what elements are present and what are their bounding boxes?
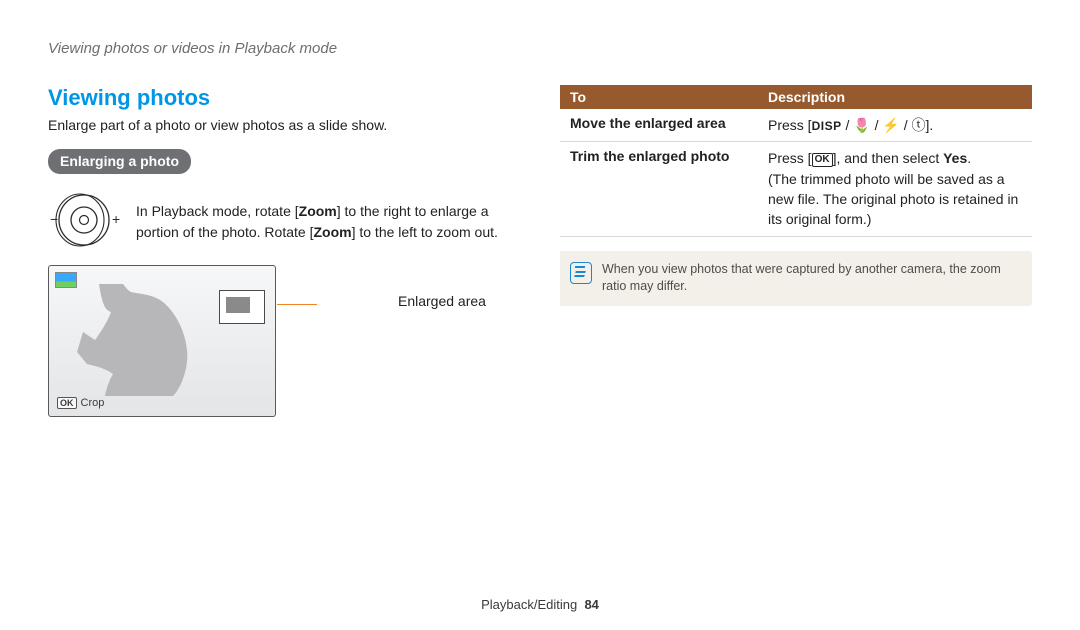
note-text: When you view photos that were captured … <box>602 261 1020 296</box>
table-row: Move the enlarged area Press [DISP / 🌷 /… <box>560 109 1032 142</box>
disp-button-icon: DISP <box>812 119 842 133</box>
zoom-dial-icon: − + <box>48 192 122 251</box>
enlarged-area-callout: Enlarged area <box>398 293 486 309</box>
navigator-frame <box>219 290 265 324</box>
page-footer: Playback/Editing 84 <box>0 597 1080 612</box>
table-row: Trim the enlarged photo Press [OK], and … <box>560 142 1032 236</box>
action-cell: Move the enlarged area <box>560 109 758 142</box>
desc-fragment: Press [ <box>768 117 812 133</box>
timer-icon: ⓣ <box>911 117 925 133</box>
breadcrumb: Viewing photos or videos in Playback mod… <box>48 40 1032 57</box>
intro-text: Enlarge part of a photo or view photos a… <box>48 117 528 133</box>
right-column: To Description Move the enlarged area Pr… <box>560 85 1032 417</box>
col-header-description: Description <box>758 85 1032 109</box>
zoom-word: Zoom <box>299 203 337 219</box>
note-icon <box>570 262 592 284</box>
ok-button-icon: OK <box>812 153 833 167</box>
zoom-text-fragment: ] to the left to zoom out. <box>352 224 498 240</box>
crop-indicator: OK Crop <box>57 397 104 409</box>
preview-screen: OK Crop <box>48 265 276 417</box>
svg-text:−: − <box>50 211 58 227</box>
col-header-to: To <box>560 85 758 109</box>
flash-icon: ⚡ <box>882 117 899 133</box>
zoom-word: Zoom <box>313 224 351 240</box>
person-silhouette-icon <box>77 284 207 396</box>
ok-small-icon: OK <box>57 397 77 409</box>
table-header-row: To Description <box>560 85 1032 109</box>
desc-fragment: ], and then select <box>833 150 944 166</box>
manual-page: Viewing photos or videos in Playback mod… <box>0 0 1080 630</box>
controls-table: To Description Move the enlarged area Pr… <box>560 85 1032 237</box>
left-column: Viewing photos Enlarge part of a photo o… <box>48 85 528 417</box>
note-callout: When you view photos that were captured … <box>560 251 1032 306</box>
callout-line <box>277 304 317 305</box>
two-column-layout: Viewing photos Enlarge part of a photo o… <box>48 85 1032 417</box>
action-cell: Trim the enlarged photo <box>560 142 758 236</box>
photo-thumbnail-icon <box>55 272 77 288</box>
desc-fragment: Press [ <box>768 150 812 166</box>
preview-screen-wrapper: OK Crop Enlarged area <box>48 265 348 417</box>
description-cell: Press [OK], and then select Yes. (The tr… <box>758 142 1032 236</box>
section-title: Viewing photos <box>48 85 528 111</box>
page-number: 84 <box>584 597 598 612</box>
footer-section-label: Playback/Editing <box>481 597 577 612</box>
macro-icon: 🌷 <box>853 117 870 133</box>
zoom-text-fragment: In Playback mode, rotate [ <box>136 203 299 219</box>
subheading-pill: Enlarging a photo <box>48 149 191 174</box>
desc-line2: (The trimmed photo will be saved as a ne… <box>768 169 1022 230</box>
navigator-viewport <box>226 297 250 313</box>
desc-fragment: ]. <box>925 117 933 133</box>
svg-text:+: + <box>112 211 120 227</box>
crop-label: Crop <box>81 397 105 409</box>
zoom-instruction-text: In Playback mode, rotate [Zoom] to the r… <box>136 201 528 242</box>
description-cell: Press [DISP / 🌷 / ⚡ / ⓣ]. <box>758 109 1032 142</box>
zoom-dial-instruction-row: − + In Playback mode, rotate [Zoom] to t… <box>48 192 528 251</box>
yes-option: Yes <box>943 150 967 166</box>
desc-fragment: . <box>967 150 971 166</box>
